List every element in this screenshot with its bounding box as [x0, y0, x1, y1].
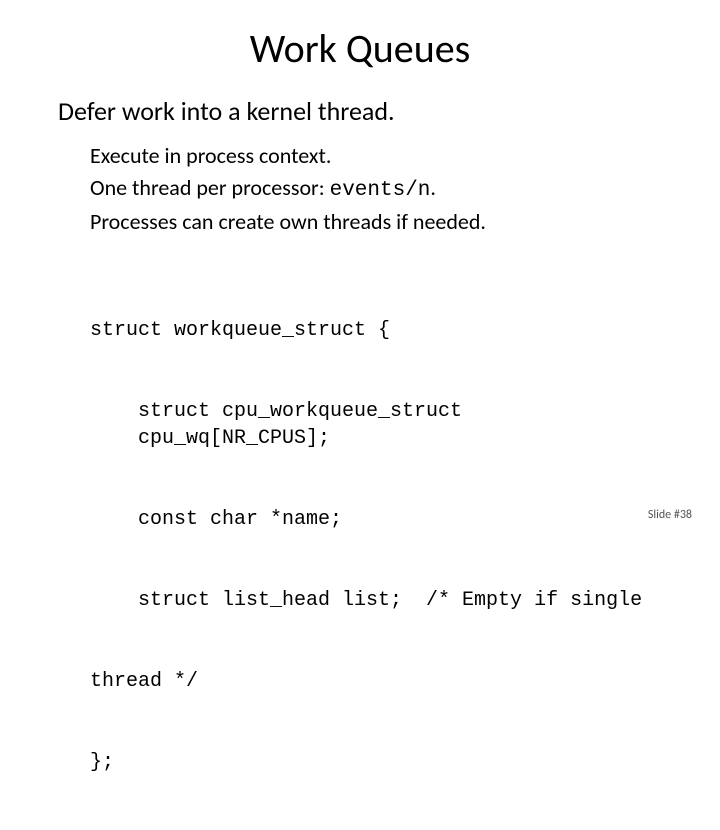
bullet-list: Execute in process context. One thread p… — [58, 141, 662, 237]
code-line: const char *name; — [90, 506, 662, 533]
slide-number: Slide #38 — [648, 508, 692, 522]
bullet-item: Execute in process context. — [90, 141, 662, 171]
code-line: struct list_head list; /* Empty if singl… — [90, 587, 662, 614]
bullet-text: One thread per processor: — [90, 174, 330, 201]
code-line: }; — [90, 749, 662, 776]
inline-code: events/n — [330, 179, 431, 202]
code-line: struct cpu_workqueue_struct cpu_wq[NR_CP… — [90, 398, 662, 452]
bullet-item: One thread per processor: events/n. — [90, 173, 662, 205]
bullet-item: Processes can create own threads if need… — [90, 207, 662, 237]
slide-title: Work Queues — [58, 24, 662, 73]
slide: Work Queues Defer work into a kernel thr… — [0, 0, 720, 540]
code-line: struct workqueue_struct { — [90, 317, 662, 344]
slide-subhead: Defer work into a kernel thread. — [58, 95, 662, 127]
code-line: thread */ — [90, 668, 662, 695]
bullet-text: . — [430, 174, 436, 201]
code-block: struct workqueue_struct { struct cpu_wor… — [58, 263, 662, 830]
